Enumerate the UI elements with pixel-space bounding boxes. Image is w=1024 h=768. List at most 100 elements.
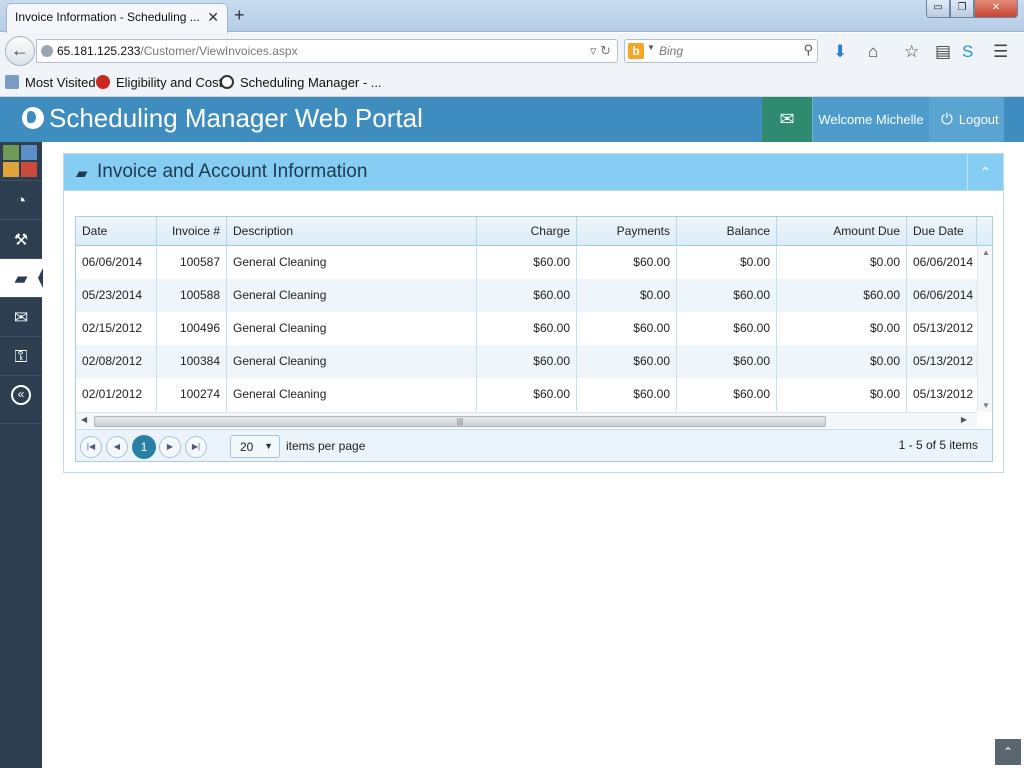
table-row[interactable]: 02/08/2012 100384 General Cleaning $60.0… bbox=[76, 345, 977, 378]
book-icon: ▰ bbox=[14, 269, 28, 288]
browser-navbar: ← 65.181.125.233/Customer/ViewInvoices.a… bbox=[0, 33, 1024, 69]
reload-icon[interactable]: ▿ ↻ bbox=[590, 43, 611, 59]
logout-button[interactable]: ⏻ Logout bbox=[929, 97, 1004, 142]
grid-body: 06/06/2014 100587 General Cleaning $60.0… bbox=[76, 246, 977, 412]
back-button[interactable]: ← bbox=[5, 36, 35, 66]
sidebar-item-home[interactable] bbox=[0, 142, 42, 181]
home-icon[interactable]: ⌂ bbox=[868, 42, 878, 62]
cell-due-date: 06/06/2014 bbox=[913, 255, 974, 269]
cell-description: General Cleaning bbox=[227, 345, 477, 378]
new-tab-button[interactable]: + bbox=[234, 5, 245, 26]
messages-button[interactable]: ✉ bbox=[762, 97, 812, 142]
bookmark-eligibility[interactable]: Eligibility and Cost bbox=[96, 75, 222, 90]
search-bar[interactable]: b ▼ Bing ⚲ bbox=[624, 39, 818, 63]
sidebar-item-account[interactable]: ⚿ bbox=[0, 337, 42, 376]
minimize-button[interactable]: ▭ bbox=[926, 0, 950, 18]
bookmark-label: Scheduling Manager - ... bbox=[240, 75, 382, 90]
engine-dropdown-icon[interactable]: ▼ bbox=[647, 43, 655, 52]
sidebar-collapse[interactable]: « bbox=[0, 385, 42, 424]
last-page-button[interactable]: ▶| bbox=[185, 436, 207, 458]
address-bar[interactable]: 65.181.125.233/Customer/ViewInvoices.asp… bbox=[36, 39, 618, 63]
column-header-description[interactable]: Description bbox=[227, 217, 477, 245]
most-visited-icon bbox=[5, 75, 19, 89]
cell-charge: $60.00 bbox=[477, 246, 577, 279]
column-header-invoice[interactable]: Invoice # bbox=[157, 217, 227, 245]
scrollbar-thumb[interactable]: ||| bbox=[94, 416, 826, 427]
scroll-left-icon[interactable]: ◀ bbox=[81, 415, 87, 424]
app-title[interactable]: Scheduling Manager Web Portal bbox=[49, 103, 423, 134]
column-header-balance[interactable]: Balance bbox=[677, 217, 777, 245]
prev-page-button[interactable]: ◀ bbox=[106, 436, 128, 458]
double-chevron-left-icon: « bbox=[11, 385, 31, 405]
logout-label: Logout bbox=[958, 112, 999, 127]
bookmark-scheduling-manager[interactable]: Scheduling Manager - ... bbox=[220, 75, 382, 90]
menu-icon[interactable]: ☰ bbox=[993, 42, 1008, 62]
cell-invoice: 100496 bbox=[157, 312, 227, 345]
chevron-down-icon: ▼ bbox=[264, 441, 273, 451]
cell-due-date: 05/13/2012 bbox=[913, 387, 974, 401]
prev-page-icon: ◀ bbox=[113, 442, 121, 451]
invoice-panel: ▰ Invoice and Account Information ⌃ Date… bbox=[63, 153, 1004, 473]
browser-tab[interactable]: Invoice Information - Scheduling ... ✕ bbox=[6, 3, 228, 33]
panel-header: ▰ Invoice and Account Information ⌃ bbox=[64, 154, 1003, 191]
page-size-select[interactable]: 20 ▼ bbox=[230, 435, 280, 458]
cell-payments: $0.00 bbox=[577, 279, 677, 312]
panel-collapse-button[interactable]: ⌃ bbox=[967, 154, 1003, 190]
sidebar-item-services[interactable]: ⚒ bbox=[0, 220, 42, 259]
scroll-right-icon[interactable]: ▶ bbox=[961, 415, 967, 424]
bookmarks-bar: Most Visited Eligibility and Cost Schedu… bbox=[0, 69, 1024, 97]
last-page-icon: ▶| bbox=[191, 442, 201, 451]
back-to-top-button[interactable]: ⌃ bbox=[995, 739, 1021, 765]
sidebar-item-dashboard[interactable]: ◔ bbox=[0, 181, 42, 220]
table-row[interactable]: 06/06/2014 100587 General Cleaning $60.0… bbox=[76, 246, 977, 279]
first-page-button[interactable]: |◀ bbox=[80, 436, 102, 458]
grid-pager: |◀ ◀ 1 ▶ ▶| 20 ▼ items per page 1 - 5 of… bbox=[76, 429, 992, 461]
column-header-payments[interactable]: Payments bbox=[577, 217, 677, 245]
cell-date: 05/23/2014 bbox=[76, 279, 157, 312]
site-identity-icon[interactable] bbox=[41, 45, 53, 57]
sidebar-item-messages[interactable]: ✉ bbox=[0, 298, 42, 337]
cell-balance: $0.00 bbox=[677, 246, 777, 279]
column-header-date[interactable]: Date bbox=[76, 217, 157, 245]
cell-charge: $60.00 bbox=[477, 378, 577, 411]
first-page-icon: |◀ bbox=[86, 442, 96, 451]
current-page[interactable]: 1 bbox=[132, 435, 156, 459]
chevron-up-icon: ⌃ bbox=[979, 164, 992, 180]
page-size-value: 20 bbox=[240, 440, 254, 454]
horizontal-scrollbar[interactable]: ◀ ||| ▶ bbox=[76, 412, 977, 428]
mail-icon: ✉ bbox=[13, 308, 29, 327]
cell-charge: $60.00 bbox=[477, 345, 577, 378]
grid-header: Date Invoice # Description Charge Paymen… bbox=[76, 217, 992, 246]
tab-close-icon[interactable]: ✕ bbox=[207, 9, 219, 26]
skype-icon[interactable]: S bbox=[962, 42, 973, 62]
pager-info: 1 - 5 of 5 items bbox=[898, 438, 978, 452]
restore-button[interactable]: ❐ bbox=[950, 0, 974, 18]
next-page-button[interactable]: ▶ bbox=[159, 436, 181, 458]
reading-list-icon[interactable]: ▤ bbox=[935, 42, 951, 62]
scroll-down-icon[interactable]: ▼ bbox=[982, 401, 990, 410]
close-window-button[interactable]: ✕ bbox=[974, 0, 1018, 18]
sidebar-item-invoices[interactable]: ▰ bbox=[0, 259, 43, 298]
search-icon[interactable]: ⚲ bbox=[803, 42, 813, 58]
cell-amount-due: $0.00 bbox=[777, 246, 907, 279]
vertical-scrollbar[interactable]: ▲ ▼ bbox=[977, 246, 992, 412]
table-row[interactable]: 05/23/2014 100588 General Cleaning $60.0… bbox=[76, 279, 977, 312]
column-header-amount-due[interactable]: Amount Due bbox=[777, 217, 907, 245]
invoice-grid: Date Invoice # Description Charge Paymen… bbox=[75, 216, 993, 462]
app-header: Scheduling Manager Web Portal ✉ Welcome … bbox=[0, 97, 1024, 142]
downloads-icon[interactable]: ⬇ bbox=[833, 42, 847, 62]
cell-payments: $60.00 bbox=[577, 312, 677, 345]
column-header-due-date[interactable]: Due Date bbox=[907, 217, 977, 245]
bookmark-most-visited[interactable]: Most Visited bbox=[5, 75, 96, 90]
table-row[interactable]: 02/15/2012 100496 General Cleaning $60.0… bbox=[76, 312, 977, 345]
cell-description: General Cleaning bbox=[227, 246, 477, 279]
bing-logo-icon[interactable]: b bbox=[628, 43, 644, 59]
cell-invoice: 100384 bbox=[157, 345, 227, 378]
bookmark-star-icon[interactable]: ☆ bbox=[904, 42, 919, 62]
dashboard-icon: ◔ bbox=[15, 191, 27, 210]
column-header-charge[interactable]: Charge bbox=[477, 217, 577, 245]
scroll-up-icon[interactable]: ▲ bbox=[982, 248, 990, 257]
table-row[interactable]: 02/01/2012 100274 General Cleaning $60.0… bbox=[76, 378, 977, 411]
welcome-user[interactable]: Welcome Michelle bbox=[812, 97, 929, 142]
cell-description: General Cleaning bbox=[227, 378, 477, 411]
